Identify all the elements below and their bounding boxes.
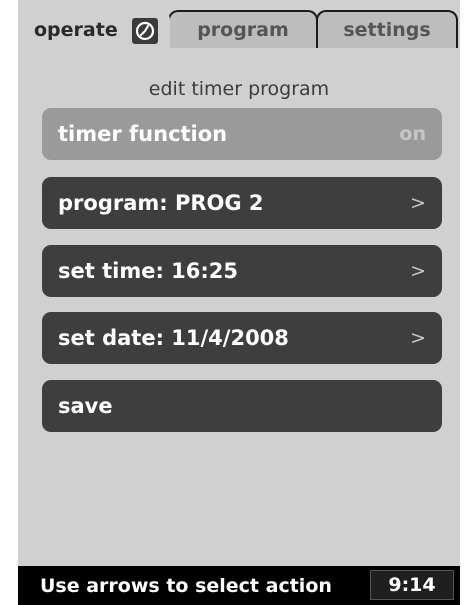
tab-operate-label: operate: [34, 19, 118, 41]
tab-settings[interactable]: settings: [316, 10, 458, 48]
chevron-right-icon: >: [410, 192, 426, 214]
tab-settings-label: settings: [343, 19, 431, 41]
row-label: timer function: [58, 122, 228, 146]
content-panel: edit timer program timer function on pro…: [18, 48, 460, 566]
tab-program[interactable]: program: [168, 10, 318, 48]
tab-bar: operate program settings: [18, 0, 460, 50]
chevron-right-icon: >: [410, 327, 426, 349]
tab-operate[interactable]: operate: [22, 10, 170, 48]
device-frame: operate program settings edit timer prog…: [18, 0, 460, 605]
timer-icon: [132, 18, 158, 44]
status-bar: Use arrows to select action 9:14: [18, 566, 460, 605]
save-button-label: save: [58, 394, 113, 418]
row-label: set date: 11/4/2008: [58, 326, 289, 350]
timer-function-state: on: [399, 123, 426, 145]
page-title: edit timer program: [148, 78, 330, 100]
clock: 9:14: [370, 570, 454, 600]
chevron-right-icon: >: [410, 260, 426, 282]
status-message: Use arrows to select action: [40, 574, 332, 597]
row-label: set time: 16:25: [58, 259, 239, 283]
program-row[interactable]: program: PROG 2 >: [42, 177, 442, 229]
set-time-row[interactable]: set time: 16:25 >: [42, 245, 442, 297]
save-button[interactable]: save: [42, 380, 442, 432]
row-label: program: PROG 2: [58, 191, 264, 215]
tab-program-label: program: [197, 19, 289, 41]
timer-function-row[interactable]: timer function on: [42, 108, 442, 160]
set-date-row[interactable]: set date: 11/4/2008 >: [42, 312, 442, 364]
